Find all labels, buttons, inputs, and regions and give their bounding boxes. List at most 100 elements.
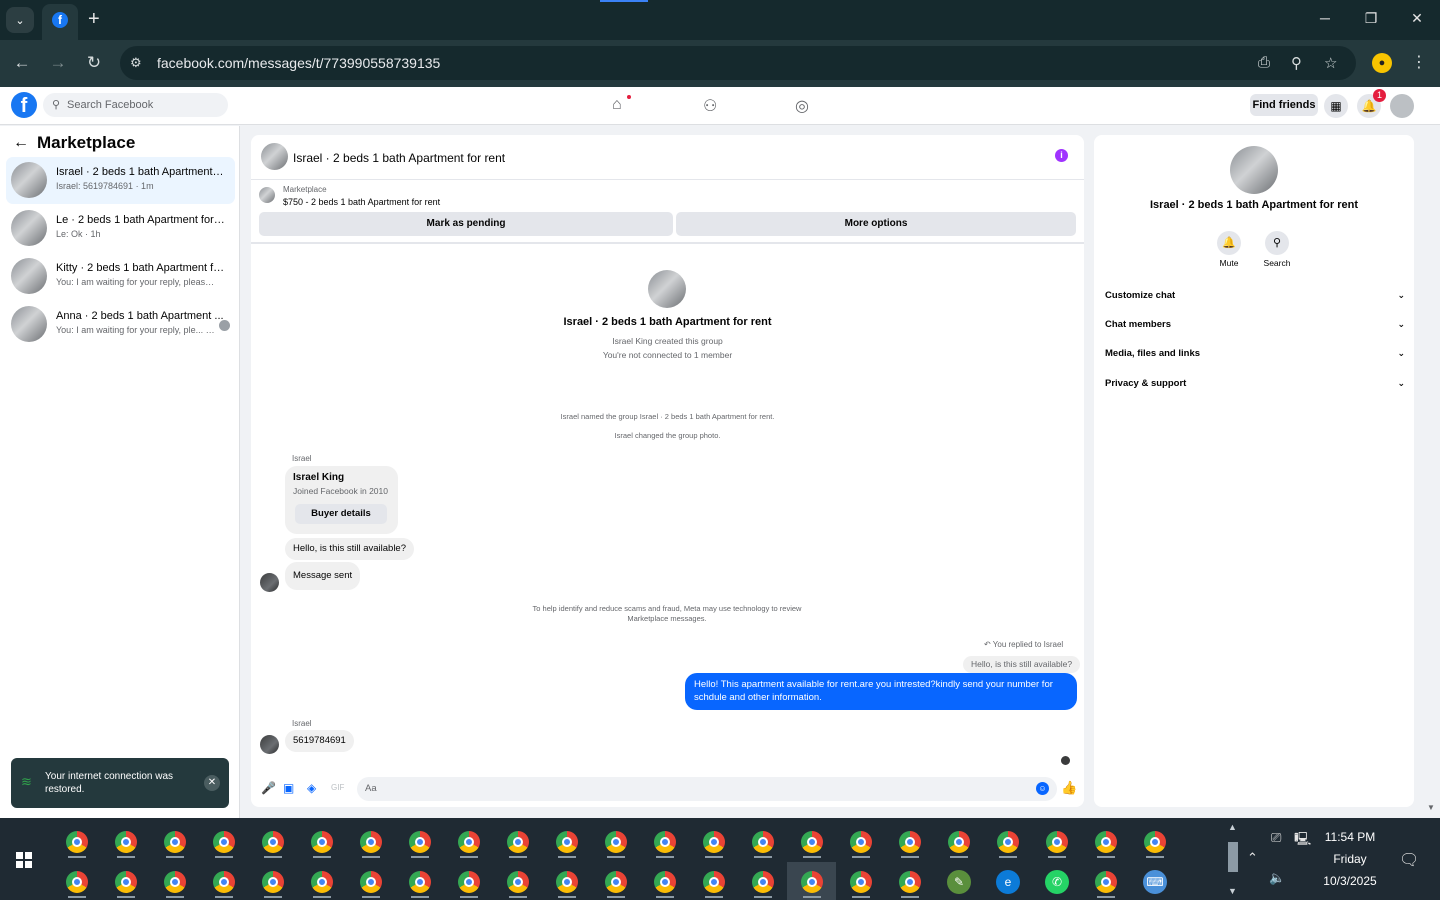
chrome-window-icon[interactable]	[542, 822, 591, 860]
chrome-window-icon[interactable]	[787, 822, 836, 860]
chrome-window-icon[interactable]	[444, 862, 493, 900]
facebook-logo-icon[interactable]: f	[11, 92, 37, 118]
chrome-window-icon[interactable]	[1130, 822, 1179, 860]
chrome-window-icon[interactable]	[297, 822, 346, 860]
listing-thumbnail[interactable]	[259, 187, 275, 203]
chrome-window-icon[interactable]	[248, 822, 297, 860]
windows-start-icon[interactable]	[16, 852, 32, 868]
chrome-window-icon[interactable]	[199, 862, 248, 900]
browser-menu-icon[interactable]: ⋮	[1411, 52, 1427, 72]
chrome-window-icon[interactable]	[542, 862, 591, 900]
site-settings-icon[interactable]: ⚙	[130, 55, 142, 71]
microphone-icon[interactable]: 🎤	[261, 781, 276, 795]
sender-avatar[interactable]	[260, 573, 279, 592]
network-icon[interactable]: 🖳	[1294, 830, 1311, 852]
chrome-window-icon[interactable]	[493, 862, 542, 900]
mute-bell-icon[interactable]: 🔔	[1217, 231, 1241, 255]
privacy-support-row[interactable]: Privacy & support ⌄	[1105, 378, 1405, 396]
chrome-window-icon[interactable]	[1081, 822, 1130, 860]
chrome-window-icon[interactable]	[738, 862, 787, 900]
chrome-window-icon[interactable]	[1081, 862, 1130, 900]
chrome-window-icon[interactable]	[150, 822, 199, 860]
chrome-window-icon[interactable]	[836, 822, 885, 860]
forward-arrow-icon[interactable]: →	[48, 53, 68, 73]
chrome-window-icon[interactable]	[248, 862, 297, 900]
mark-as-pending-button[interactable]: Mark as pending	[259, 212, 673, 236]
conversation-item-anna[interactable]: Anna · 2 beds 1 bath Apartment ... You: …	[6, 301, 235, 348]
search-facebook-input[interactable]: ⚲ Search Facebook	[43, 93, 228, 117]
search-icon[interactable]: ⚲	[1265, 231, 1289, 255]
chrome-window-icon[interactable]	[787, 862, 836, 900]
buyer-details-button[interactable]: Buyer details	[295, 504, 387, 524]
scroll-up-icon[interactable]: ▲	[1228, 822, 1237, 832]
chrome-window-icon[interactable]	[591, 822, 640, 860]
browser-profile-icon[interactable]: ●	[1372, 53, 1392, 73]
sender-avatar[interactable]	[260, 735, 279, 754]
photo-icon[interactable]: ▣	[283, 781, 294, 795]
clock-day[interactable]: Friday	[1312, 852, 1388, 866]
back-arrow-icon[interactable]: ←	[13, 134, 29, 152]
chrome-window-icon[interactable]	[689, 822, 738, 860]
url-text[interactable]: facebook.com/messages/t/773990558739135	[157, 55, 440, 71]
menu-grid-icon[interactable]: ▦	[1324, 94, 1348, 118]
chat-header-avatar[interactable]	[261, 143, 288, 170]
chrome-window-icon[interactable]	[199, 822, 248, 860]
chrome-window-icon[interactable]	[346, 822, 395, 860]
find-friends-button[interactable]: Find friends	[1250, 94, 1318, 116]
chrome-window-icon[interactable]	[836, 862, 885, 900]
keyboard-app-icon[interactable]: ⌨	[1130, 862, 1179, 900]
notification-center-icon[interactable]: 🗨	[1399, 850, 1419, 870]
chat-title[interactable]: Israel · 2 beds 1 bath Apartment for ren…	[293, 151, 505, 165]
back-arrow-icon[interactable]: ←	[12, 53, 32, 73]
chrome-window-icon[interactable]	[52, 862, 101, 900]
meet-now-icon[interactable]: ⎚	[1271, 830, 1281, 846]
thumbs-up-icon[interactable]: 👍	[1061, 780, 1077, 796]
chrome-window-icon[interactable]	[689, 862, 738, 900]
gif-icon[interactable]: GIF	[331, 783, 344, 792]
sticker-icon[interactable]: ◈	[307, 781, 316, 795]
notepad-app-icon[interactable]: ✎	[934, 862, 983, 900]
chrome-window-icon[interactable]	[395, 822, 444, 860]
chrome-window-icon[interactable]	[52, 822, 101, 860]
chrome-window-icon[interactable]	[885, 822, 934, 860]
restore-button[interactable]: ❐	[1361, 10, 1381, 27]
conversation-item-israel[interactable]: Israel · 2 beds 1 bath Apartment fo... I…	[6, 157, 235, 204]
more-options-button[interactable]: More options	[676, 212, 1076, 236]
home-icon[interactable]: ⌂	[612, 96, 622, 114]
chrome-window-icon[interactable]	[444, 822, 493, 860]
new-tab-button[interactable]: +	[88, 8, 100, 30]
close-icon[interactable]: ✕	[204, 775, 220, 791]
chrome-window-icon[interactable]	[640, 822, 689, 860]
customize-chat-row[interactable]: Customize chat ⌄	[1105, 290, 1405, 308]
reload-icon[interactable]: ↻	[84, 53, 104, 73]
clock-date[interactable]: 10/3/2025	[1312, 874, 1388, 888]
info-icon[interactable]: i	[1055, 149, 1068, 162]
groups-icon[interactable]: ◎	[795, 96, 809, 116]
edge-app-icon[interactable]: e	[983, 862, 1032, 900]
chrome-window-icon[interactable]	[885, 862, 934, 900]
minimize-button[interactable]: ─	[1315, 10, 1335, 26]
scroll-down-arrow-icon[interactable]: ▼	[1427, 803, 1435, 812]
clock-time[interactable]: 11:54 PM	[1312, 830, 1388, 844]
listing-title[interactable]: $750 - 2 beds 1 bath Apartment for rent	[283, 197, 440, 207]
tab-search-chevron-icon[interactable]: ⌄	[6, 7, 34, 33]
bookmark-star-icon[interactable]: ☆	[1324, 54, 1337, 72]
emoji-icon[interactable]: ☺	[1036, 782, 1049, 795]
chrome-window-icon[interactable]	[150, 862, 199, 900]
taskbar-scrollbar[interactable]: ▲ ▼	[1226, 822, 1240, 898]
chrome-window-icon[interactable]	[640, 862, 689, 900]
scroll-down-icon[interactable]: ▼	[1228, 886, 1237, 896]
chrome-window-icon[interactable]	[493, 822, 542, 860]
friends-icon[interactable]: ⚇	[703, 96, 717, 116]
chrome-window-icon[interactable]	[346, 862, 395, 900]
close-window-button[interactable]: ✕	[1407, 10, 1427, 27]
chrome-window-icon[interactable]	[101, 822, 150, 860]
volume-icon[interactable]: 🔈	[1269, 870, 1285, 886]
scrollbar-thumb[interactable]	[1228, 842, 1238, 872]
chrome-window-icon[interactable]	[1032, 822, 1081, 860]
conversation-item-kitty[interactable]: Kitty · 2 beds 1 bath Apartment for... Y…	[6, 253, 235, 300]
whatsapp-app-icon[interactable]: ✆	[1032, 862, 1081, 900]
chrome-window-icon[interactable]	[738, 822, 787, 860]
show-hidden-icons-chevron-icon[interactable]: ⌃	[1247, 850, 1258, 866]
zoom-icon[interactable]: ⚲	[1291, 54, 1302, 72]
